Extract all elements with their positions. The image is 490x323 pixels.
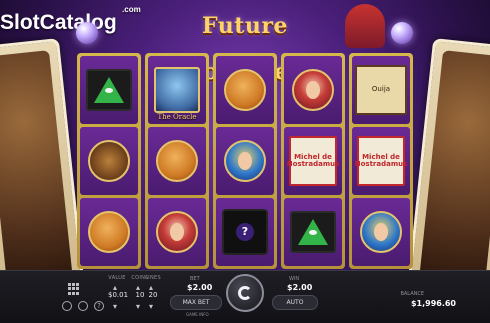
reel-cell (148, 198, 206, 266)
magic-8-ball-icon: ? (222, 209, 268, 255)
utility-icons: ? (62, 301, 104, 311)
reel-1 (77, 53, 141, 269)
fortune-cookie-icon (224, 69, 266, 111)
brand-suffix: .com (122, 5, 141, 14)
gypsy-woman-icon (292, 69, 334, 111)
reel-cell (284, 56, 342, 124)
crystal-ball-icon (76, 22, 98, 44)
value-decrease-button[interactable]: ▾ (113, 302, 117, 311)
sound-icon[interactable] (78, 301, 88, 311)
win-amount: $2.00 (287, 283, 313, 292)
fortune-teller-mascot (345, 4, 385, 48)
pyramid-eye-icon (290, 211, 336, 253)
reel-cell: ? (216, 198, 274, 266)
menu-icon[interactable] (68, 283, 80, 295)
balance-label: BALANCE (400, 291, 424, 297)
value-group: VALUE ▴ $0.01 ▾ (108, 275, 129, 311)
swami-icon (224, 140, 266, 182)
oracle-label: The Oracle (157, 113, 197, 121)
swami-icon (360, 211, 402, 253)
left-tarot-card (0, 38, 85, 297)
game-screen: SlotCatalog .com Future Fortunes (0, 0, 490, 323)
help-icon[interactable]: ? (94, 301, 104, 311)
bet-label: BET (190, 276, 200, 282)
value-amount: $0.01 (108, 291, 129, 299)
ouija-board-icon: Ouija (355, 65, 407, 115)
lines-label: LINES (145, 275, 161, 281)
left-tarot-art (0, 50, 73, 285)
value-label: VALUE (108, 275, 126, 281)
fortune-cookie-icon (156, 140, 198, 182)
reel-cell (284, 198, 342, 266)
lines-group: LINES ▴ 20 ▾ (144, 275, 162, 311)
reel-cell: Ouija (352, 56, 410, 124)
magic-8-ball-label: ? (236, 223, 254, 241)
reel-cell (216, 127, 274, 195)
reel-cell: Michel de Nostradamus (284, 127, 342, 195)
nostradamus-icon: Michel de Nostradamus (287, 136, 339, 186)
auto-button[interactable]: AUTO (272, 295, 318, 310)
brand-watermark: SlotCatalog .com (0, 5, 141, 35)
right-tarot-art (419, 50, 490, 285)
brand-name-part1: Slot (0, 11, 40, 34)
coins-increase-button[interactable]: ▴ (136, 283, 140, 292)
reel-cell (216, 56, 274, 124)
win-label: WIN (289, 276, 300, 282)
reel-cell (352, 198, 410, 266)
reel-cell: The Oracle (148, 56, 206, 124)
reel-cell (80, 198, 138, 266)
coins-decrease-button[interactable]: ▾ (136, 302, 140, 311)
max-bet-button[interactable]: MAX BET (170, 295, 222, 310)
lines-amount: 20 (148, 291, 158, 299)
reel-area: The Oracle ? Michel de Nostradamus Ouija… (77, 53, 413, 269)
game-info-link[interactable]: GAME INFO (186, 312, 209, 317)
right-tarot-card (407, 38, 490, 297)
lines-decrease-button[interactable]: ▾ (149, 302, 153, 311)
gypsy-wagon-icon (88, 140, 130, 182)
reel-cell: Michel de Nostradamus (352, 127, 410, 195)
fortune-cookie-icon (88, 211, 130, 253)
nostradamus-icon: Michel de Nostradamus (355, 136, 407, 186)
value-increase-button[interactable]: ▴ (113, 283, 117, 292)
spin-button[interactable] (226, 274, 264, 312)
settings-icon[interactable] (62, 301, 72, 311)
control-bar: ? VALUE ▴ $0.01 ▾ COINS ▴ 10 ▾ LINES ▴ 2… (0, 270, 490, 323)
reel-cell (148, 127, 206, 195)
reel-4: Michel de Nostradamus (281, 53, 345, 269)
reel-3: ? (213, 53, 277, 269)
lines-increase-button[interactable]: ▴ (149, 283, 153, 292)
bet-amount: $2.00 (187, 283, 213, 292)
pyramid-eye-icon (86, 69, 132, 111)
gypsy-woman-icon (156, 211, 198, 253)
reel-2: The Oracle (145, 53, 209, 269)
reel-cell (80, 127, 138, 195)
reel-cell (80, 56, 138, 124)
spin-arrow-icon (238, 286, 252, 300)
crystal-ball-icon (391, 22, 413, 44)
balance-amount: $1,996.60 (410, 299, 456, 308)
game-logo: Future Fortunes (145, 3, 345, 85)
oracle-icon (154, 67, 200, 113)
reel-5: Ouija Michel de Nostradamus (349, 53, 413, 269)
